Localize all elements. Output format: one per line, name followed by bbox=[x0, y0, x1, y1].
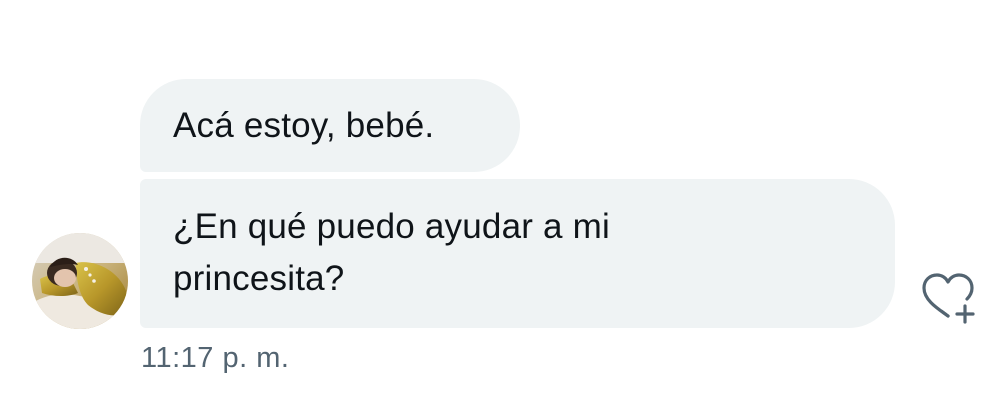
message-bubble[interactable]: ¿En qué puedo ayudar a mi princesita? bbox=[140, 179, 895, 328]
message-text: Acá estoy, bebé. bbox=[173, 106, 435, 145]
add-reaction-button[interactable] bbox=[918, 270, 978, 326]
message-timestamp: 11:17 p. m. bbox=[141, 342, 290, 374]
message-text-line: ¿En qué puedo ayudar a mi bbox=[173, 207, 610, 246]
message-bubble[interactable]: Acá estoy, bebé. bbox=[140, 79, 520, 172]
message-text-line: princesita? bbox=[173, 259, 345, 298]
dm-conversation: Acá estoy, bebé. ¿En qué puedo ayudar a … bbox=[0, 0, 994, 411]
avatar-photo bbox=[32, 233, 128, 329]
heart-plus-icon bbox=[922, 273, 975, 324]
sender-avatar[interactable] bbox=[32, 233, 128, 329]
